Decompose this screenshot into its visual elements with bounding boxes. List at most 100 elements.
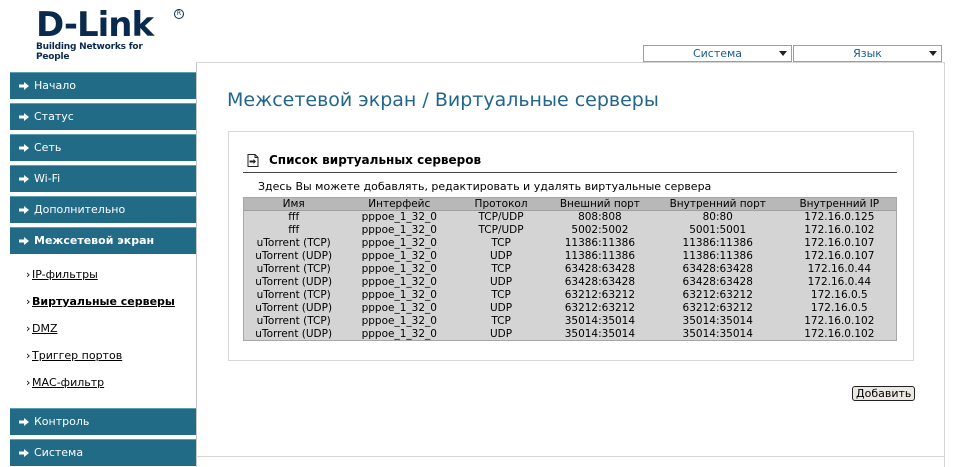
section-divider <box>243 172 897 173</box>
cell-internal-ip: 172.16.0.102 <box>804 327 875 340</box>
sidebar-item-control[interactable]: Контроль <box>10 408 196 435</box>
cell-external-port: 11386:11386 <box>564 250 636 262</box>
cell-external-port: 63212:63212 <box>564 289 636 301</box>
sidebar-item-wifi[interactable]: Wi-Fi <box>10 165 196 192</box>
sidebar-item-status[interactable]: Статус <box>10 103 196 130</box>
cell-interface: pppoe_1_32_0 <box>361 263 437 275</box>
subnav-link[interactable]: Триггер портов <box>32 349 122 362</box>
cell-external-port: 808:808 <box>578 211 622 224</box>
subnav-link[interactable]: Виртуальные серверы <box>32 295 175 308</box>
brand-tagline: Building Networks for People <box>36 42 143 62</box>
cell-interface: pppoe_1_32_0 <box>361 224 437 236</box>
sidebar-item-home[interactable]: Начало <box>10 72 196 99</box>
table-row[interactable]: uTorrent (TCP) pppoe_1_32_0 TCP 11386:11… <box>244 237 897 250</box>
cell-internal-ip: 172.16.0.44 <box>807 263 872 275</box>
table-row[interactable]: fff pppoe_1_32_0 TCP/UDP 808:808 80:80 1… <box>244 211 897 224</box>
add-button[interactable]: Добавить <box>852 386 916 401</box>
sidebar-item-label: Межсетевой экран <box>34 234 155 247</box>
cell-interface: pppoe_1_32_0 <box>361 289 437 301</box>
cell-external-port: 63428:63428 <box>564 263 636 275</box>
cell-internal-ip: 172.16.0.44 <box>807 276 872 288</box>
section-title: Список виртуальных серверов <box>269 153 482 167</box>
cell-external-port: 11386:11386 <box>564 237 636 249</box>
column-header-internal-ip: Внутренний IP <box>782 197 897 211</box>
subnav-link[interactable]: МАС-фильтр <box>32 376 104 389</box>
bullet-icon: › <box>26 295 31 308</box>
bullet-icon: › <box>26 349 31 362</box>
cell-name: uTorrent (TCP) <box>256 289 331 301</box>
subnav-dmz[interactable]: › DMZ <box>26 322 58 335</box>
arrow-right-icon <box>19 237 29 245</box>
cell-internal-ip: 172.16.0.5 <box>810 302 868 314</box>
column-header-interface: Интерфейс <box>343 197 456 211</box>
table-row[interactable]: uTorrent (TCP) pppoe_1_32_0 TCP 35014:35… <box>244 315 897 328</box>
section-description: Здесь Вы можете добавлять, редактировать… <box>258 180 712 193</box>
table-row[interactable]: uTorrent (UDP) pppoe_1_32_0 UDP 63428:63… <box>244 276 897 289</box>
cell-name: uTorrent (UDP) <box>255 276 333 288</box>
document-arrow-icon <box>247 154 259 167</box>
cell-external-port: 35014:35014 <box>564 327 636 340</box>
bullet-icon: › <box>26 322 31 335</box>
subnav-link[interactable]: DMZ <box>32 322 58 335</box>
cell-name: uTorrent (UDP) <box>255 302 333 314</box>
table-row[interactable]: uTorrent (UDP) pppoe_1_32_0 UDP 11386:11… <box>244 250 897 263</box>
cell-external-port: 63428:63428 <box>564 276 636 288</box>
sidebar-item-advanced[interactable]: Дополнительно <box>10 196 196 223</box>
sidebar-item-label: Дополнительно <box>34 203 126 216</box>
arrow-right-icon <box>19 113 29 121</box>
sidebar-item-network[interactable]: Сеть <box>10 134 196 161</box>
cell-protocol: TCP <box>491 237 511 249</box>
cell-protocol: TCP/UDP <box>478 211 524 224</box>
page-title: Межсетевой экран / Виртуальные серверы <box>227 89 659 111</box>
sidebar-item-firewall[interactable]: Межсетевой экран <box>10 227 196 254</box>
sidebar-item-system[interactable]: Система <box>10 439 196 466</box>
cell-external-port: 35014:35014 <box>564 315 636 327</box>
virtual-servers-panel: Список виртуальных серверов Здесь Вы мож… <box>228 131 914 361</box>
arrow-right-icon <box>19 418 29 426</box>
registered-mark-icon: R <box>174 9 184 19</box>
content-top-border <box>196 62 945 63</box>
arrow-right-icon <box>19 175 29 183</box>
cell-protocol: UDP <box>490 302 513 314</box>
cell-name: fff <box>288 224 300 236</box>
system-menu-dropdown[interactable]: Система <box>643 45 792 62</box>
arrow-right-icon <box>19 449 29 457</box>
dlink-logo: D-Link R Building Networks for People <box>36 8 184 62</box>
table-row[interactable]: uTorrent (TCP) pppoe_1_32_0 TCP 63212:63… <box>244 289 897 302</box>
cell-interface: pppoe_1_32_0 <box>361 315 437 327</box>
subnav-ip-filters[interactable]: › IP-фильтры <box>26 268 98 281</box>
cell-name: uTorrent (TCP) <box>256 315 331 327</box>
sidebar-item-label: Система <box>34 446 84 459</box>
column-header-name: Имя <box>243 197 344 211</box>
table-header-row: Имя Интерфейс Протокол Внешний порт Внут… <box>243 197 897 211</box>
table-row[interactable]: fff pppoe_1_32_0 TCP/UDP 5002:5002 5001:… <box>244 224 897 237</box>
cell-protocol: TCP <box>491 289 511 301</box>
cell-internal-port: 63428:63428 <box>682 263 753 275</box>
chevron-down-icon <box>929 51 937 56</box>
sidebar-item-label: Контроль <box>34 415 90 428</box>
cell-internal-ip: 172.16.0.125 <box>804 211 875 224</box>
cell-internal-port: 63212:63212 <box>682 289 753 301</box>
bullet-icon: › <box>26 268 31 281</box>
subnav-port-trigger[interactable]: › Триггер портов <box>26 349 122 362</box>
cell-protocol: TCP <box>491 263 511 275</box>
table-row[interactable]: uTorrent (TCP) pppoe_1_32_0 TCP 63428:63… <box>244 263 897 276</box>
arrow-right-icon <box>19 206 29 214</box>
sidebar-item-label: Сеть <box>34 141 62 154</box>
virtual-servers-table: Имя Интерфейс Протокол Внешний порт Внут… <box>243 197 897 341</box>
cell-protocol: UDP <box>490 250 513 262</box>
cell-protocol: UDP <box>490 327 513 340</box>
sidebar-divider <box>196 62 197 467</box>
language-menu-dropdown[interactable]: Язык <box>793 45 942 62</box>
arrow-right-icon <box>19 82 29 90</box>
subnav-virtual-servers[interactable]: › Виртуальные серверы <box>26 295 175 308</box>
cell-name: uTorrent (TCP) <box>256 237 331 249</box>
cell-interface: pppoe_1_32_0 <box>361 250 437 262</box>
cell-internal-port: 63212:63212 <box>682 302 753 314</box>
subnav-link[interactable]: IP-фильтры <box>32 268 98 281</box>
subnav-mac-filter[interactable]: › МАС-фильтр <box>26 376 104 389</box>
table-row[interactable]: uTorrent (UDP) pppoe_1_32_0 UDP 35014:35… <box>244 328 897 341</box>
table-row[interactable]: uTorrent (UDP) pppoe_1_32_0 UDP 63212:63… <box>244 302 897 315</box>
cell-protocol: TCP/UDP <box>478 224 524 236</box>
cell-internal-port: 5001:5001 <box>689 224 747 236</box>
